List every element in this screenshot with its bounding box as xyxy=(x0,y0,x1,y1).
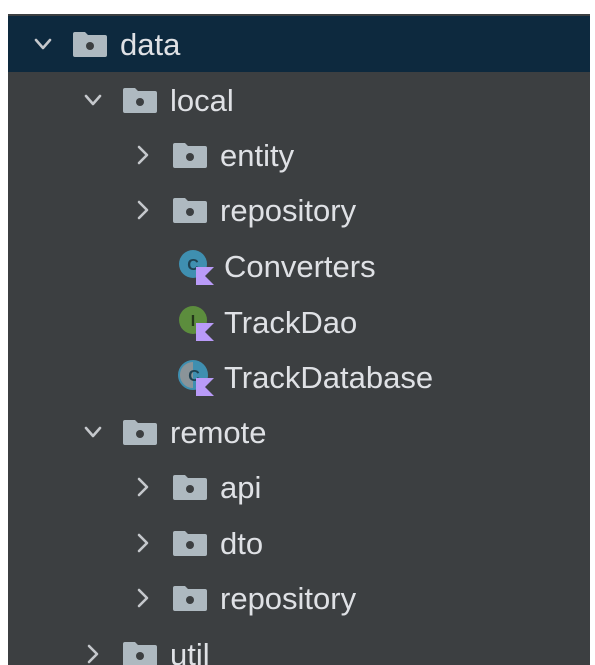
folder-icon xyxy=(72,30,108,58)
tree-item-local[interactable]: local xyxy=(8,72,590,128)
project-tree-panel: data local entity repository C Converter… xyxy=(8,14,590,665)
tree-item-trackdao[interactable]: I TrackDao xyxy=(8,294,590,350)
tree-item-label: util xyxy=(170,636,210,665)
folder-icon xyxy=(172,584,208,612)
folder-icon xyxy=(172,196,208,224)
chevron-right-icon[interactable] xyxy=(130,142,156,168)
kotlin-interface-icon: I xyxy=(176,303,216,341)
tree-item-converters[interactable]: C Converters xyxy=(8,238,590,294)
folder-icon xyxy=(122,418,158,446)
tree-item-label: api xyxy=(220,469,262,505)
tree-item-dto[interactable]: dto xyxy=(8,515,590,571)
tree-item-label: Converters xyxy=(224,248,376,284)
tree-item-remote[interactable]: remote xyxy=(8,404,590,460)
chevron-right-icon[interactable] xyxy=(130,197,156,223)
tree-item-label: remote xyxy=(170,414,267,450)
chevron-right-icon[interactable] xyxy=(130,530,156,556)
chevron-down-icon[interactable] xyxy=(80,419,106,445)
chevron-right-icon[interactable] xyxy=(80,641,106,665)
folder-icon xyxy=(122,640,158,665)
tree-item-label: dto xyxy=(220,525,264,561)
chevron-right-icon[interactable] xyxy=(130,474,156,500)
tree-item-label: entity xyxy=(220,137,295,173)
chevron-down-icon[interactable] xyxy=(30,31,56,57)
tree-item-label: TrackDatabase xyxy=(224,359,434,395)
chevron-down-icon[interactable] xyxy=(80,87,106,113)
tree-item-label: repository xyxy=(220,580,357,616)
tree-item-entity[interactable]: entity xyxy=(8,127,590,183)
folder-icon xyxy=(172,141,208,169)
kotlin-class-icon: C xyxy=(176,247,216,285)
tree-item-api[interactable]: api xyxy=(8,459,590,515)
tree-item-repository[interactable]: repository xyxy=(8,182,590,238)
chevron-right-icon[interactable] xyxy=(130,585,156,611)
tree-item-trackdatabase[interactable]: C TrackDatabase xyxy=(8,349,590,405)
tree-item-label: TrackDao xyxy=(224,304,358,340)
tree-item-repository[interactable]: repository xyxy=(8,570,590,626)
kotlin-abstract-class-icon: C xyxy=(176,358,216,396)
folder-icon xyxy=(172,529,208,557)
folder-icon xyxy=(172,473,208,501)
tree-item-data[interactable]: data xyxy=(8,16,590,72)
tree-item-label: repository xyxy=(220,192,357,228)
folder-icon xyxy=(122,86,158,114)
tree-item-util[interactable]: util xyxy=(8,626,590,665)
tree-item-label: data xyxy=(120,26,181,62)
tree-item-label: local xyxy=(170,82,234,118)
svg-text:I: I xyxy=(191,313,195,330)
